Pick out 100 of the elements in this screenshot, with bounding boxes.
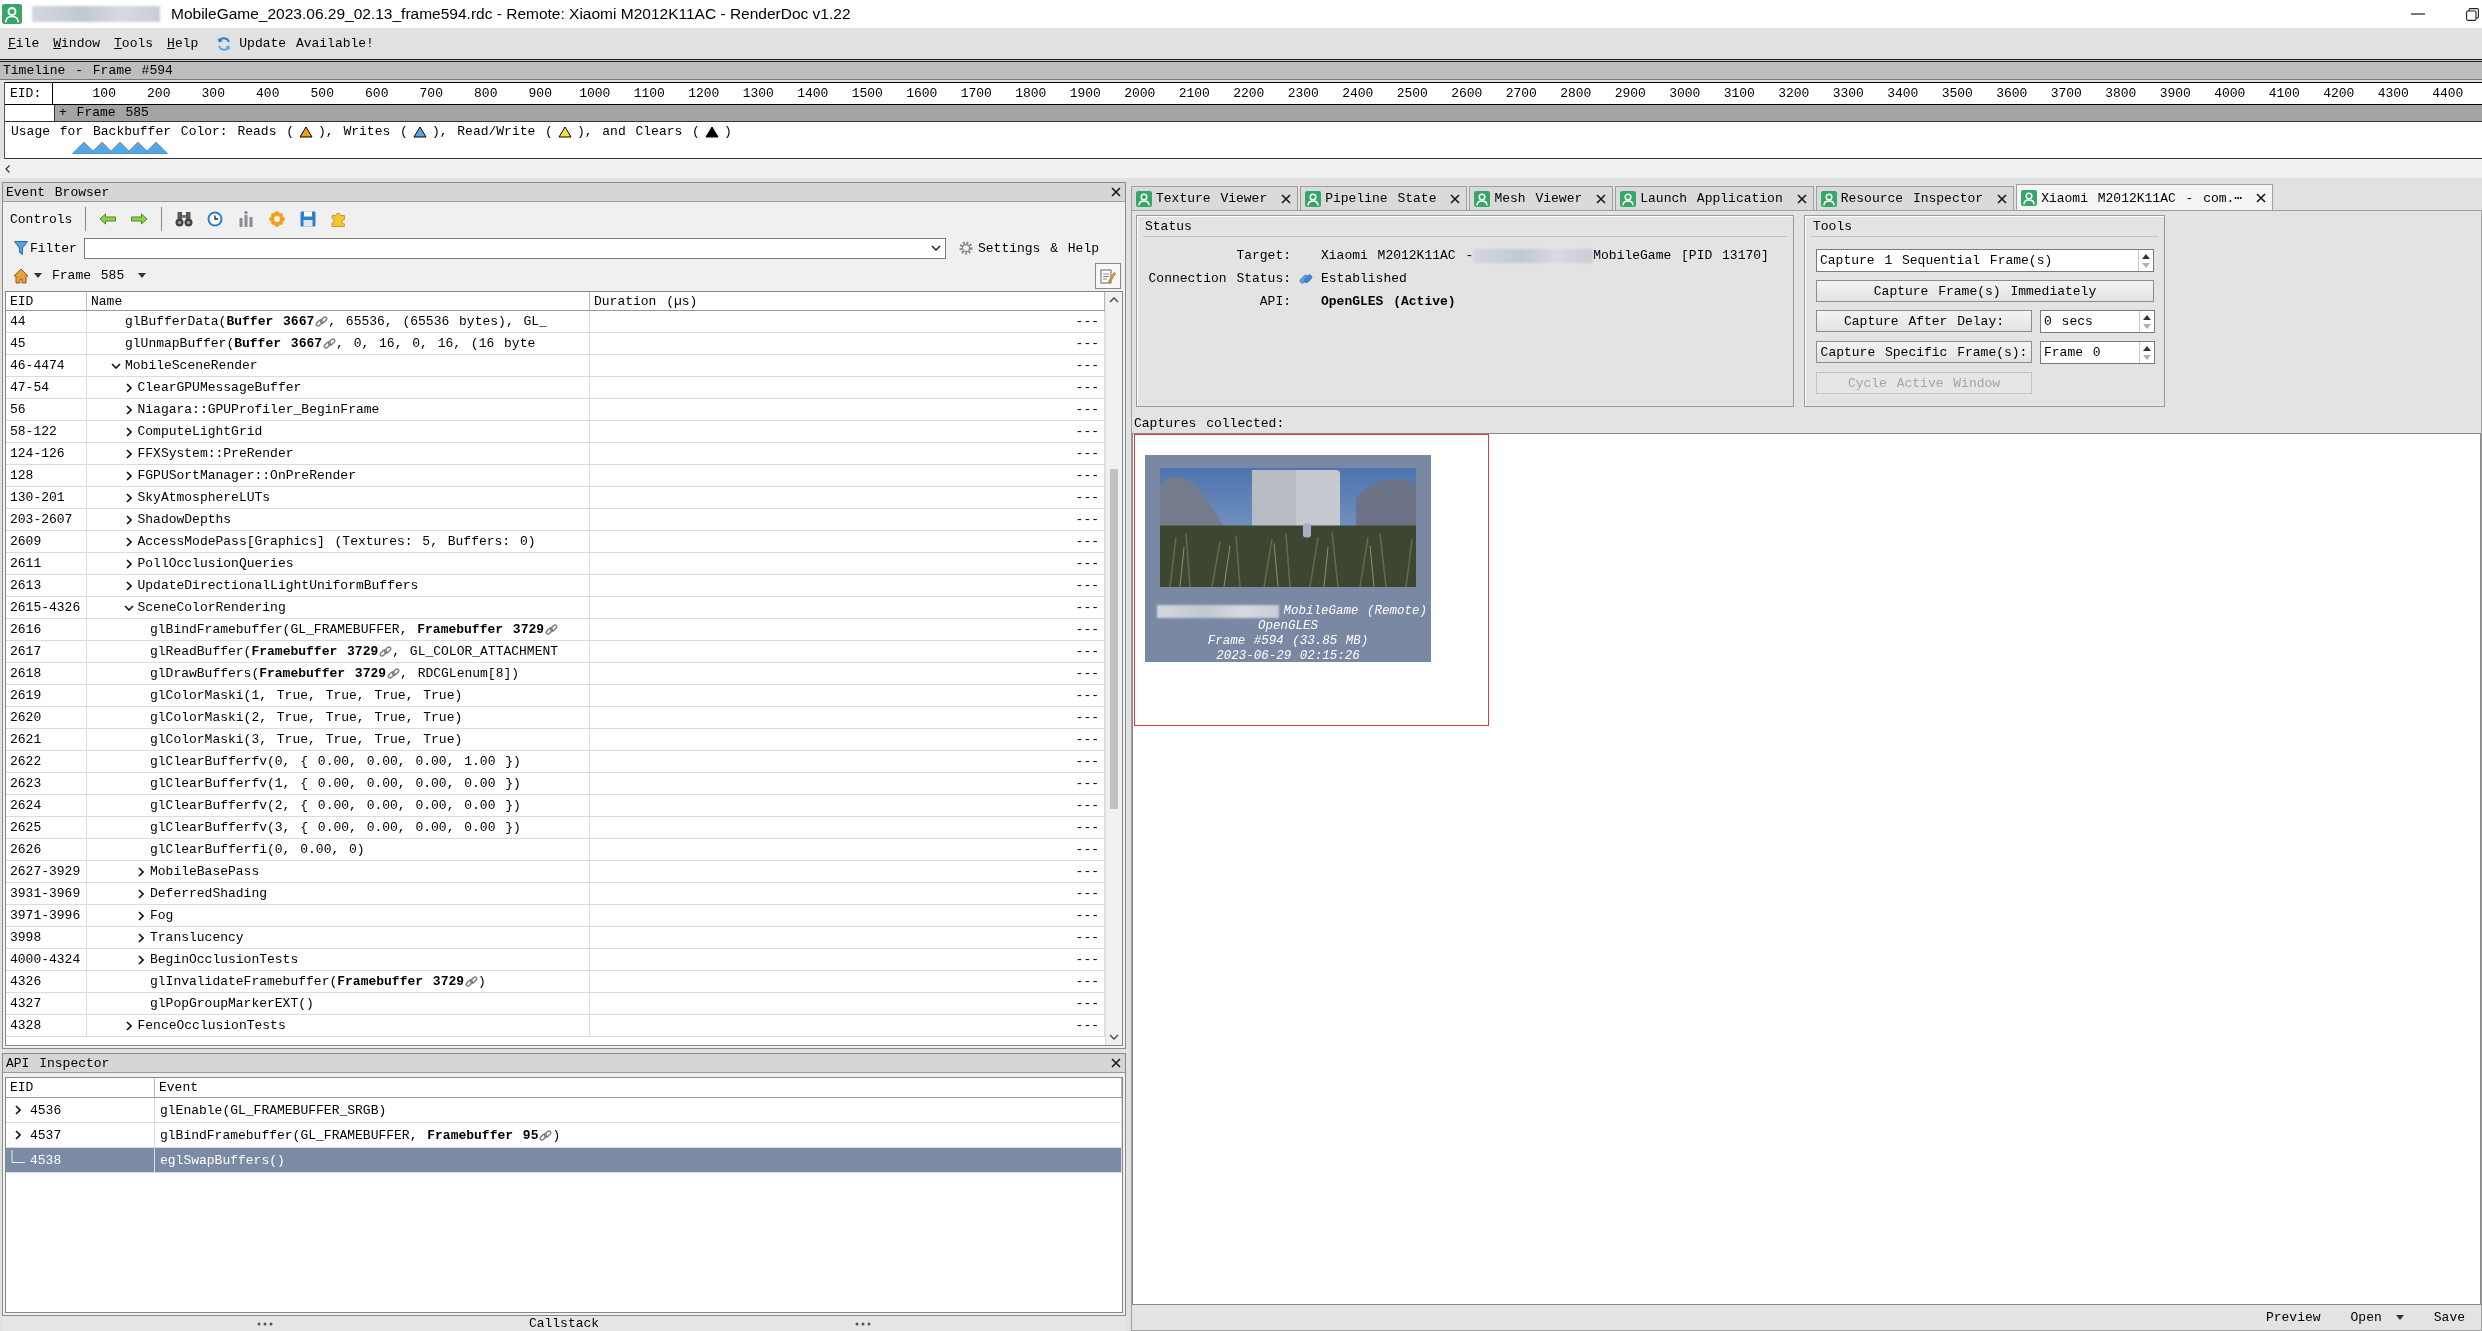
event-row[interactable]: 2622 glClearBufferfv(0, { 0.00, 0.00, 0.00, 1.00 }) --- <box>6 751 1105 773</box>
event-row[interactable]: 2623 glClearBufferfv(1, { 0.00, 0.00, 0.00, 0.00 }) --- <box>6 773 1105 795</box>
usage-marker-icon[interactable] <box>143 141 168 154</box>
tab[interactable]: Resource Inspector <box>1815 186 2015 210</box>
chevron-down-icon[interactable] <box>111 362 121 369</box>
bar-chart-icon[interactable] <box>237 211 256 227</box>
chevron-right-icon[interactable] <box>125 470 132 481</box>
horizontal-scrollbar[interactable] <box>0 159 2482 178</box>
resource-link[interactable]: Framebuffer 3729 <box>251 644 393 659</box>
close-icon[interactable] <box>1796 193 1807 204</box>
close-icon[interactable] <box>1997 193 2008 204</box>
toolbar-button[interactable]: Save <box>2433 1310 2465 1325</box>
spin-box[interactable]: Capture 1 Sequential Frame(s) <box>1816 249 2154 272</box>
event-row[interactable]: 44 glBufferData(Buffer 3667 , 65536, (65536 bytes), GL_ --- <box>6 311 1105 333</box>
chevron-down-icon[interactable] <box>931 245 941 251</box>
event-row[interactable]: 2615-4326 SceneColorRendering --- <box>6 597 1105 619</box>
spin-box[interactable]: Frame 0 <box>2040 341 2155 364</box>
event-row[interactable]: 2618 glDrawBuffers(Framebuffer 3729 , RDCGLenum[8]) --- <box>6 663 1105 685</box>
chevron-right-icon[interactable] <box>125 514 132 525</box>
event-row[interactable]: 2611 PollOcclusionQueries --- <box>6 553 1105 575</box>
toolbar-button[interactable]: Open <box>2350 1310 2404 1325</box>
event-row[interactable]: 2609 AccessModePass[Graphics] (Textures: 5, Buffers: 0) --- <box>6 531 1105 553</box>
chevron-right-icon[interactable] <box>138 888 144 899</box>
chevron-right-icon[interactable] <box>125 558 132 569</box>
frame-dropdown[interactable]: Frame 585 <box>52 268 147 283</box>
event-row[interactable]: 2624 glClearBufferfv(2, { 0.00, 0.00, 0.00, 0.00 }) --- <box>6 795 1105 817</box>
menu-item[interactable]: Help <box>167 36 199 51</box>
chevron-right-icon[interactable] <box>125 404 132 415</box>
scroll-left-icon[interactable] <box>5 164 10 173</box>
grip-icon[interactable] <box>257 1321 274 1326</box>
tool-button[interactable]: Capture Specific Frame(s): <box>1816 341 2032 363</box>
tab[interactable]: Launch Application <box>1615 186 1814 210</box>
chevron-right-icon[interactable] <box>138 932 144 943</box>
notes-button[interactable] <box>1095 262 1121 289</box>
event-row[interactable]: 203-2607 ShadowDepths --- <box>6 509 1105 531</box>
restore-icon[interactable] <box>2466 7 2479 21</box>
menu-item[interactable]: Tools <box>114 36 154 51</box>
update-button[interactable]: Update Available! <box>216 35 374 52</box>
vertical-scrollbar[interactable] <box>1105 292 1122 1045</box>
event-row[interactable]: 4327 glPopGroupMarkerEXT() --- <box>6 993 1105 1015</box>
close-icon[interactable] <box>1281 193 1292 204</box>
event-row[interactable]: 124-126 FFXSystem::PreRender --- <box>6 443 1105 465</box>
close-icon[interactable] <box>1596 193 1607 204</box>
chevron-right-icon[interactable] <box>138 866 144 877</box>
event-row[interactable]: 58-122 ComputeLightGrid --- <box>6 421 1105 443</box>
resource-link[interactable]: Buffer 3667 <box>234 336 337 351</box>
resource-link[interactable]: Framebuffer 3729 <box>259 666 401 681</box>
event-row[interactable]: 2621 glColorMaski(3, True, True, True, True) --- <box>6 729 1105 751</box>
frame-bar[interactable]: + Frame 585 <box>54 105 2482 121</box>
capture-item[interactable]: MobileGame (Remote) OpenGLES Frame #594 (33.85 MB) 2023-06-29 02:15:26 <box>1134 434 1489 726</box>
column-header[interactable]: EID <box>10 1080 34 1095</box>
resource-link[interactable]: Framebuffer 3729 <box>417 622 559 637</box>
chevron-right-icon[interactable] <box>125 580 132 591</box>
arrow-left-icon[interactable] <box>99 211 118 227</box>
event-row[interactable]: 45 glUnmapBuffer(Buffer 3667 , 0, 16, 0, 16, (16 byte --- <box>6 333 1105 355</box>
tab[interactable]: Mesh Viewer <box>1469 186 1614 210</box>
chevron-right-icon[interactable] <box>125 1020 132 1031</box>
tool-button[interactable]: Capture Frame(s) Immediately <box>1816 280 2154 302</box>
resource-link[interactable]: Buffer 3667 <box>226 314 329 329</box>
event-row[interactable]: 4328 FenceOcclusionTests --- <box>6 1015 1105 1037</box>
spin-up-icon[interactable] <box>2143 345 2151 351</box>
filter-field[interactable] <box>84 237 946 259</box>
event-row[interactable]: 2616 glBindFramebuffer(GL_FRAMEBUFFER, Framebuffer 3729 --- <box>6 619 1105 641</box>
event-row[interactable]: 2627-3929 MobileBasePass --- <box>6 861 1105 883</box>
clock-icon[interactable] <box>206 211 225 227</box>
column-header[interactable]: Name <box>91 293 123 309</box>
event-row[interactable]: 2625 glClearBufferfv(3, { 0.00, 0.00, 0.00, 0.00 }) --- <box>6 817 1105 839</box>
event-row[interactable]: 2620 glColorMaski(2, True, True, True, True) --- <box>6 707 1105 729</box>
chevron-down-icon[interactable] <box>123 604 134 611</box>
chevron-right-icon[interactable] <box>125 492 132 503</box>
event-row[interactable]: 3931-3969 DeferredShading --- <box>6 883 1105 905</box>
toolbar-button[interactable]: Preview <box>2265 1310 2321 1325</box>
spin-up-icon[interactable] <box>2143 314 2151 320</box>
event-row[interactable]: 56 Niagara::GPUProfiler_BeginFrame --- <box>6 399 1105 421</box>
menu-item[interactable]: File <box>8 36 40 51</box>
event-row[interactable]: 4000-4324 BeginOcclusionTests --- <box>6 949 1105 971</box>
event-row[interactable]: 46-4474 MobileSceneRender --- <box>6 355 1105 377</box>
event-row[interactable]: 3971-3996 Fog --- <box>6 905 1105 927</box>
resource-link[interactable]: Framebuffer 3729 <box>337 974 479 989</box>
event-row[interactable]: 2613 UpdateDirectionalLightUniformBuffers --- <box>6 575 1105 597</box>
close-icon[interactable] <box>1111 1058 1121 1068</box>
chevron-right-icon[interactable] <box>125 426 132 437</box>
event-row[interactable]: 2617 glReadBuffer(Framebuffer 3729 , GL_COLOR_ATTACHMENT --- <box>6 641 1105 663</box>
event-row[interactable]: 2626 glClearBufferfi(0, 0.00, 0) --- <box>6 839 1105 861</box>
tab[interactable]: Texture Viewer <box>1131 186 1299 210</box>
event-row[interactable]: 128 FGPUSortManager::OnPreRender --- <box>6 465 1105 487</box>
scroll-up-icon[interactable] <box>1109 297 1119 303</box>
event-row[interactable]: 47-54 ClearGPUMessageBuffer --- <box>6 377 1105 399</box>
chevron-right-icon[interactable] <box>15 1130 21 1140</box>
chevron-right-icon[interactable] <box>125 536 132 547</box>
column-header[interactable]: Event <box>159 1080 198 1095</box>
event-row[interactable]: 130-201 SkyAtmosphereLUTs --- <box>6 487 1105 509</box>
spin-up-icon[interactable] <box>2142 253 2150 259</box>
close-icon[interactable] <box>1450 193 1461 204</box>
event-row[interactable]: 3998 Translucency --- <box>6 927 1105 949</box>
menu-item[interactable]: Window <box>53 36 101 51</box>
home-button[interactable] <box>13 267 42 284</box>
column-header[interactable]: EID <box>10 293 34 309</box>
chevron-right-icon[interactable] <box>15 1105 21 1115</box>
arrow-right-icon[interactable] <box>130 211 149 227</box>
